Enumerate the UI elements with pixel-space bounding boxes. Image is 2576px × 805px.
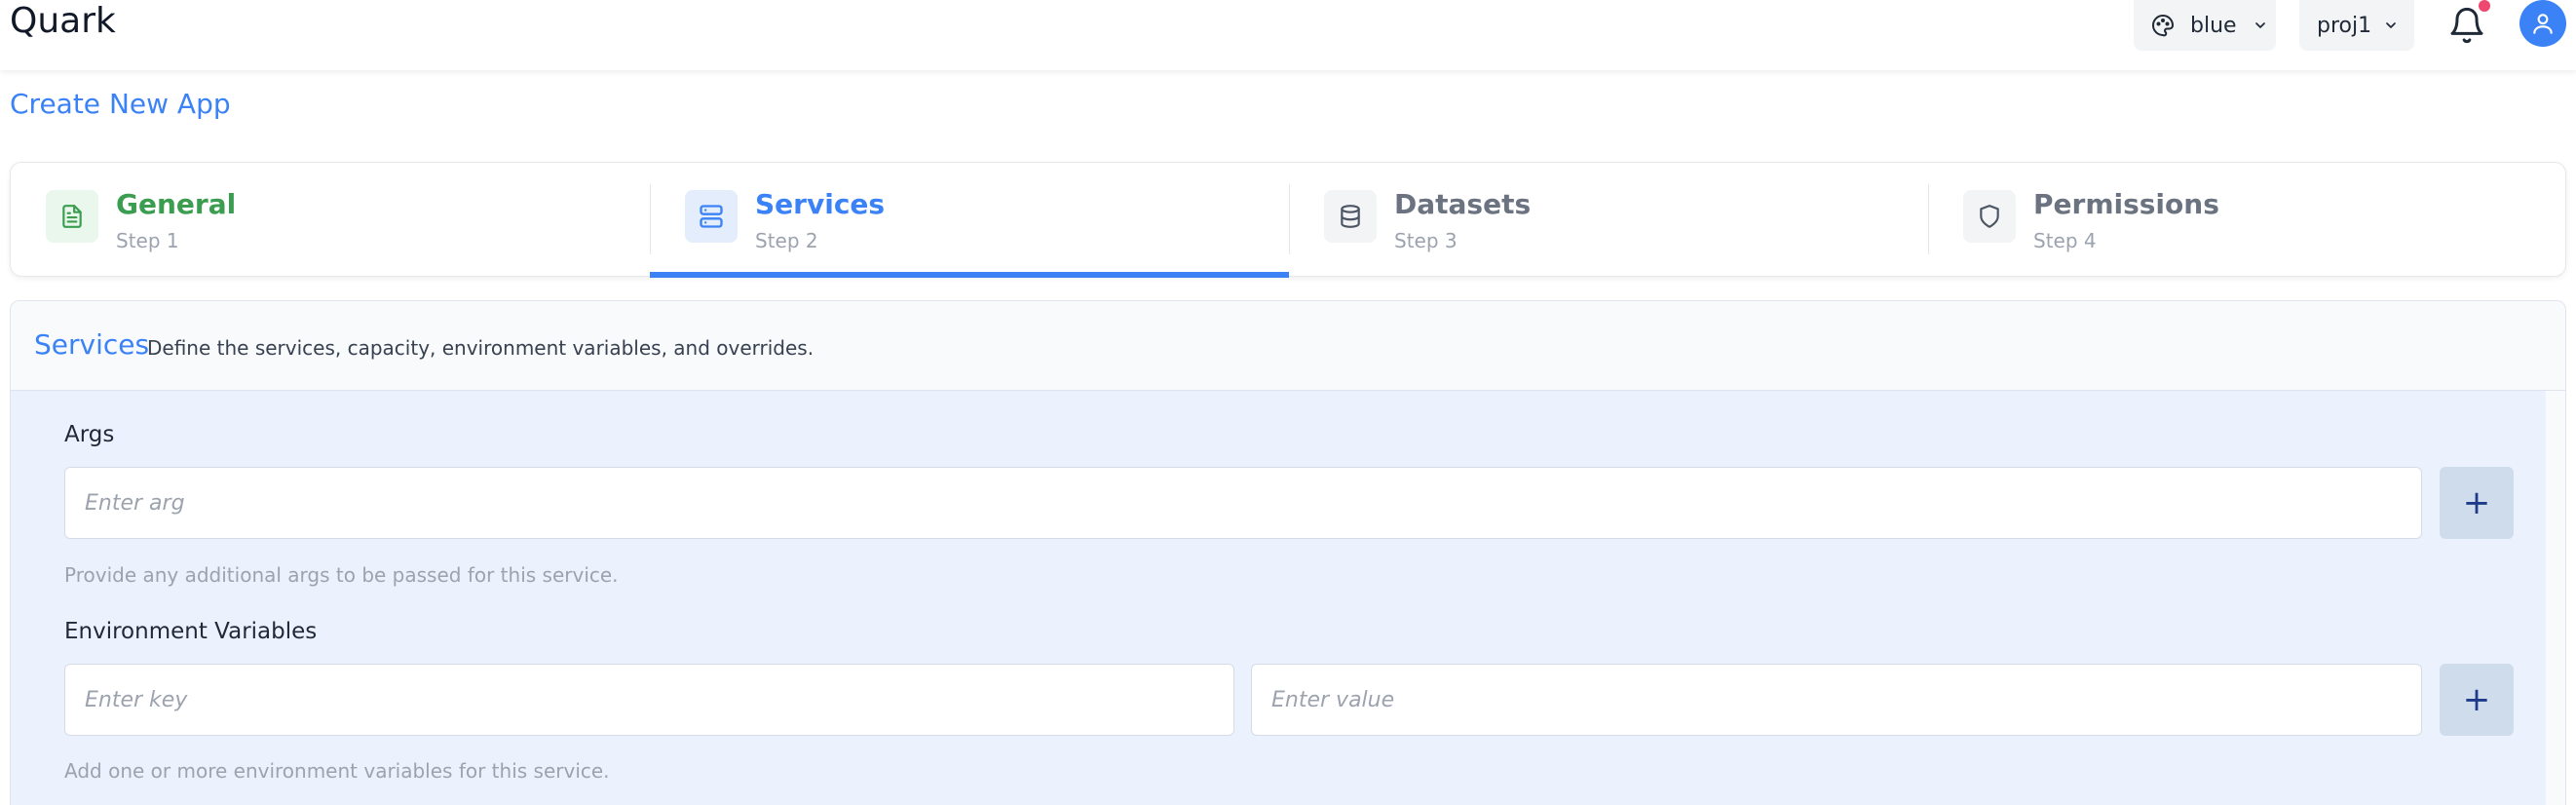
database-icon (1324, 190, 1377, 243)
document-icon (46, 190, 98, 243)
add-arg-button[interactable]: + (2440, 467, 2514, 539)
chevron-down-icon (2254, 22, 2265, 28)
section-title: Services (34, 328, 150, 361)
shield-icon (1963, 190, 2016, 243)
theme-selector[interactable]: blue (2134, 0, 2276, 51)
section-body: Args + Provide any additional args to be… (11, 391, 2546, 805)
theme-label: blue (2190, 13, 2237, 38)
env-vars-help-text: Add one or more environment variables fo… (64, 759, 610, 783)
args-label: Args (64, 422, 115, 447)
section-header: Services Define the services, capacity, … (11, 301, 2565, 391)
step-title: Services (755, 188, 886, 220)
stepper: General Step 1 Services Step 2 Datasets … (10, 162, 2567, 278)
avatar[interactable] (2519, 0, 2566, 47)
section-description: Define the services, capacity, environme… (147, 336, 814, 360)
page-title: Create New App (10, 88, 231, 120)
step-general[interactable]: General Step 1 (11, 163, 650, 276)
step-permissions[interactable]: Permissions Step 4 (1928, 163, 2567, 276)
step-title: Datasets (1394, 188, 1532, 220)
project-selector[interactable]: proj1 (2299, 0, 2414, 51)
add-env-var-button[interactable]: + (2440, 664, 2514, 736)
step-subtitle: Step 1 (116, 229, 179, 252)
app-title: Quark (10, 1, 116, 41)
args-help-text: Provide any additional args to be passed… (64, 563, 619, 587)
user-icon (2533, 14, 2553, 34)
step-subtitle: Step 3 (1394, 229, 1458, 252)
args-input[interactable] (64, 467, 2422, 539)
step-title: Permissions (2033, 188, 2219, 220)
env-vars-label: Environment Variables (64, 619, 318, 644)
services-section: Services Define the services, capacity, … (10, 300, 2566, 805)
step-subtitle: Step 4 (2033, 229, 2097, 252)
env-key-input[interactable] (64, 664, 1234, 736)
project-label: proj1 (2317, 13, 2372, 38)
step-services[interactable]: Services Step 2 (650, 163, 1289, 278)
step-subtitle: Step 2 (755, 229, 818, 252)
step-datasets[interactable]: Datasets Step 3 (1289, 163, 1928, 276)
notification-dot (2479, 0, 2490, 12)
chevron-down-icon (2386, 22, 2396, 28)
env-value-input[interactable] (1251, 664, 2422, 736)
step-title: General (116, 188, 237, 220)
server-icon (685, 190, 738, 243)
palette-icon (2152, 15, 2174, 37)
top-bar: Quark blue proj1 (0, 0, 2576, 70)
